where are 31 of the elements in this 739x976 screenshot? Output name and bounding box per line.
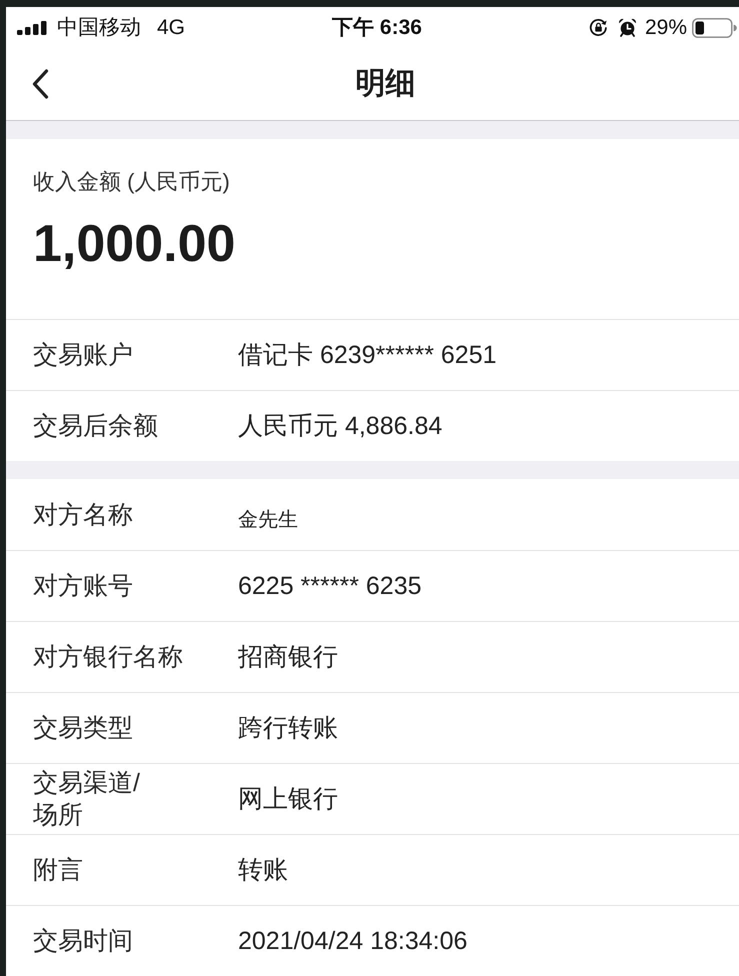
field-label: 交易后余额 xyxy=(33,411,158,442)
field-value: 人民币元 4,886.84 xyxy=(238,411,442,442)
field-label: 交易类型 xyxy=(33,713,133,744)
field-label: 交易渠道/场所 xyxy=(33,768,141,831)
field-value: 金先生 xyxy=(238,508,298,532)
field-label: 对方名称 xyxy=(33,500,133,530)
field-value: 2021/04/24 18:34:06 xyxy=(238,926,468,957)
network-type: 4G xyxy=(157,17,186,38)
field-label: 对方银行名称 xyxy=(33,642,183,673)
alarm-clock-icon xyxy=(618,18,637,37)
page-title: 明细 xyxy=(356,66,416,102)
field-value: 借记卡 6239****** 6251 xyxy=(238,340,496,371)
status-time: 下午 6:36 xyxy=(332,14,422,41)
field-label: 对方账号 xyxy=(33,571,133,602)
field-label: 交易时间 xyxy=(33,926,133,957)
amount-value: 1,000.00 xyxy=(33,214,236,274)
field-label: 附言 xyxy=(33,855,83,886)
field-value: 网上银行 xyxy=(238,784,338,815)
carrier-name: 中国移动 xyxy=(57,17,141,38)
rotation-lock-icon xyxy=(588,18,608,37)
field-value: 6225 ****** 6235 xyxy=(238,571,422,602)
back-button[interactable] xyxy=(32,69,49,99)
amount-label: 收入金额 (人民币元) xyxy=(33,169,230,195)
battery-percent: 29% xyxy=(644,17,687,38)
back-icon xyxy=(32,69,49,99)
field-label: 交易账户 xyxy=(33,340,133,371)
field-value: 转账 xyxy=(238,855,288,886)
battery-icon xyxy=(692,18,737,38)
field-value: 招商银行 xyxy=(238,642,338,673)
field-value: 跨行转账 xyxy=(238,713,338,744)
signal-icon xyxy=(17,20,47,34)
